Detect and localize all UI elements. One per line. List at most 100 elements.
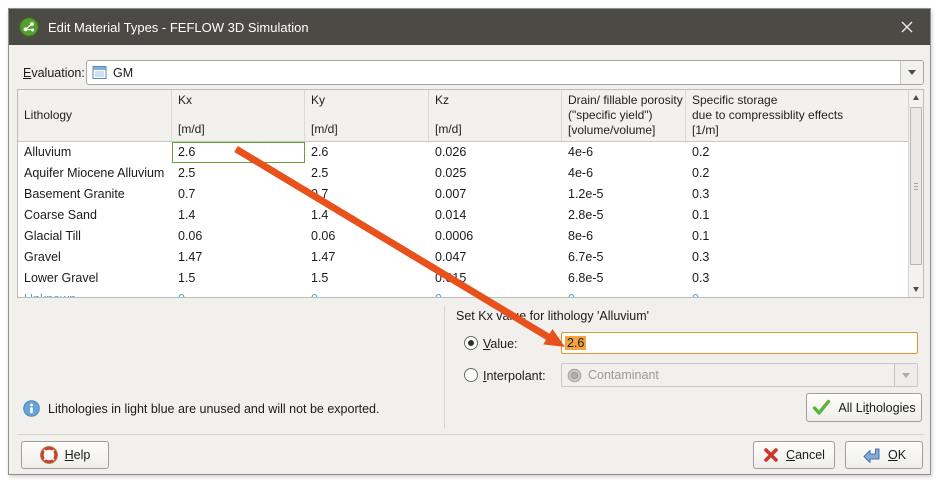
scroll-down-button[interactable] <box>909 282 923 297</box>
interpolant-combobox[interactable]: Contaminant <box>561 363 918 387</box>
value-cell[interactable]: 1.5 <box>172 268 305 289</box>
value-cell[interactable]: 0.3 <box>686 184 923 205</box>
value-cell[interactable]: 0.7 <box>305 184 429 205</box>
scroll-up-button[interactable] <box>909 90 923 105</box>
lithology-cell[interactable]: Aquifer Miocene Alluvium <box>18 163 172 184</box>
value-cell[interactable]: 1.47 <box>172 247 305 268</box>
editor-title: Set Kx value for lithology 'Alluvium' <box>456 309 649 323</box>
value-cell[interactable]: 1.4 <box>172 205 305 226</box>
cancel-button[interactable]: Cancel <box>753 441 835 469</box>
lithology-cell[interactable]: Lower Gravel <box>18 268 172 289</box>
titlebar[interactable]: Edit Material Types - FEFLOW 3D Simulati… <box>9 9 930 45</box>
value-cell[interactable]: 0.2 <box>686 163 923 184</box>
value-cell[interactable]: 0.1 <box>686 205 923 226</box>
all-lithologies-button[interactable]: All Lithologies <box>806 393 922 422</box>
evaluation-dropdown-button[interactable] <box>900 61 923 84</box>
cancel-x-icon <box>763 447 779 463</box>
help-lifebuoy-icon <box>40 446 58 464</box>
help-button[interactable]: Help <box>21 441 109 469</box>
table-header-row: LithologyKx[m/d]Ky[m/d]Kz[m/d]Drain/ fil… <box>18 90 923 142</box>
value-cell[interactable]: 0.7 <box>172 184 305 205</box>
value-radio[interactable] <box>464 336 478 350</box>
scrollbar-thumb[interactable] <box>910 107 922 265</box>
lithology-cell[interactable]: Gravel <box>18 247 172 268</box>
interpolant-radio-label[interactable]: Interpolant: <box>483 369 546 383</box>
column-header: Ky[m/d] <box>305 90 429 141</box>
value-cell[interactable]: 0 <box>429 289 562 298</box>
value-cell[interactable]: 0 <box>686 289 923 298</box>
value-cell[interactable]: 0.025 <box>429 163 562 184</box>
ok-return-arrow-icon <box>862 446 881 464</box>
value-cell[interactable]: 4e-6 <box>562 142 686 163</box>
value-input[interactable]: 2.6 <box>561 332 918 354</box>
value-cell[interactable]: 4e-6 <box>562 163 686 184</box>
column-header: Lithology <box>18 90 172 141</box>
column-header-line: Specific storage <box>692 93 916 108</box>
interpolant-icon <box>567 368 582 383</box>
column-header-line: Ky <box>311 93 422 108</box>
value-cell[interactable]: 0.06 <box>305 226 429 247</box>
value-cell[interactable]: 2.6 <box>172 142 305 163</box>
value-cell[interactable]: 8e-6 <box>562 226 686 247</box>
info-icon <box>23 400 40 417</box>
chevron-down-icon <box>902 373 910 378</box>
value-cell[interactable]: 0.2 <box>686 142 923 163</box>
value-cell[interactable]: 0 <box>172 289 305 298</box>
value-cell[interactable]: 1.4 <box>305 205 429 226</box>
value-cell[interactable]: 2.5 <box>172 163 305 184</box>
window-title: Edit Material Types - FEFLOW 3D Simulati… <box>48 20 309 35</box>
arrow-up-icon <box>913 95 919 100</box>
value-cell[interactable]: 2.6 <box>305 142 429 163</box>
table-row: Gravel1.471.470.0476.7e-50.3 <box>18 247 923 268</box>
interpolant-value: Contaminant <box>588 368 659 382</box>
value-cell[interactable]: 0.026 <box>429 142 562 163</box>
table-row: Basement Granite0.70.70.0071.2e-50.3 <box>18 184 923 205</box>
table-row: Coarse Sand1.41.40.0142.8e-50.1 <box>18 205 923 226</box>
value-cell[interactable]: 2.8e-5 <box>562 205 686 226</box>
table-scrollbar[interactable] <box>908 90 923 297</box>
column-header: Drain/ fillable porosity("specific yield… <box>562 90 686 141</box>
value-radio-label[interactable]: Value: <box>483 337 518 351</box>
close-icon[interactable] <box>894 14 920 40</box>
value-cell[interactable]: 2.5 <box>305 163 429 184</box>
value-cell[interactable]: 0 <box>562 289 686 298</box>
value-cell[interactable]: 0.3 <box>686 268 923 289</box>
value-cell[interactable]: 1.47 <box>305 247 429 268</box>
check-icon <box>812 399 831 416</box>
column-header-line: Kz <box>435 93 555 108</box>
all-lithologies-label: All Lithologies <box>838 401 915 415</box>
info-text: Lithologies in light blue are unused and… <box>48 402 379 416</box>
value-cell[interactable]: 0.06 <box>172 226 305 247</box>
value-cell[interactable]: 0.3 <box>686 247 923 268</box>
ok-button[interactable]: OK <box>845 441 923 469</box>
value-cell[interactable]: 0.014 <box>429 205 562 226</box>
interpolant-dropdown-button[interactable] <box>894 364 917 386</box>
value-cell[interactable]: 1.5 <box>305 268 429 289</box>
value-cell[interactable]: 6.8e-5 <box>562 268 686 289</box>
table-row: Aquifer Miocene Alluvium2.52.50.0254e-60… <box>18 163 923 184</box>
info-note: Lithologies in light blue are unused and… <box>23 400 379 417</box>
value-cell[interactable]: 0.015 <box>429 268 562 289</box>
lithology-cell[interactable]: Alluvium <box>18 142 172 163</box>
help-label: Help <box>65 448 91 462</box>
value-cell[interactable]: 0.047 <box>429 247 562 268</box>
lithology-cell[interactable]: Unknown <box>18 289 172 298</box>
value-cell[interactable]: 0.0006 <box>429 226 562 247</box>
section-divider-vertical <box>444 306 445 428</box>
value-cell[interactable]: 1.2e-5 <box>562 184 686 205</box>
interpolant-radio[interactable] <box>464 368 478 382</box>
column-header-line: [1/m] <box>692 123 916 138</box>
evaluation-combobox[interactable]: GM <box>86 60 924 85</box>
evaluation-label: Evaluation: <box>23 66 85 80</box>
value-cell[interactable]: 0.1 <box>686 226 923 247</box>
column-header-line: due to compressiblity effects <box>692 108 916 123</box>
column-header-line: Kx <box>178 93 298 108</box>
value-cell[interactable]: 6.7e-5 <box>562 247 686 268</box>
column-header-line: [volume/volume] <box>568 123 679 138</box>
lithology-cell[interactable]: Basement Granite <box>18 184 172 205</box>
column-header-line: [m/d] <box>435 122 555 137</box>
lithology-cell[interactable]: Coarse Sand <box>18 205 172 226</box>
value-cell[interactable]: 0.007 <box>429 184 562 205</box>
lithology-cell[interactable]: Glacial Till <box>18 226 172 247</box>
value-cell[interactable]: 0 <box>305 289 429 298</box>
